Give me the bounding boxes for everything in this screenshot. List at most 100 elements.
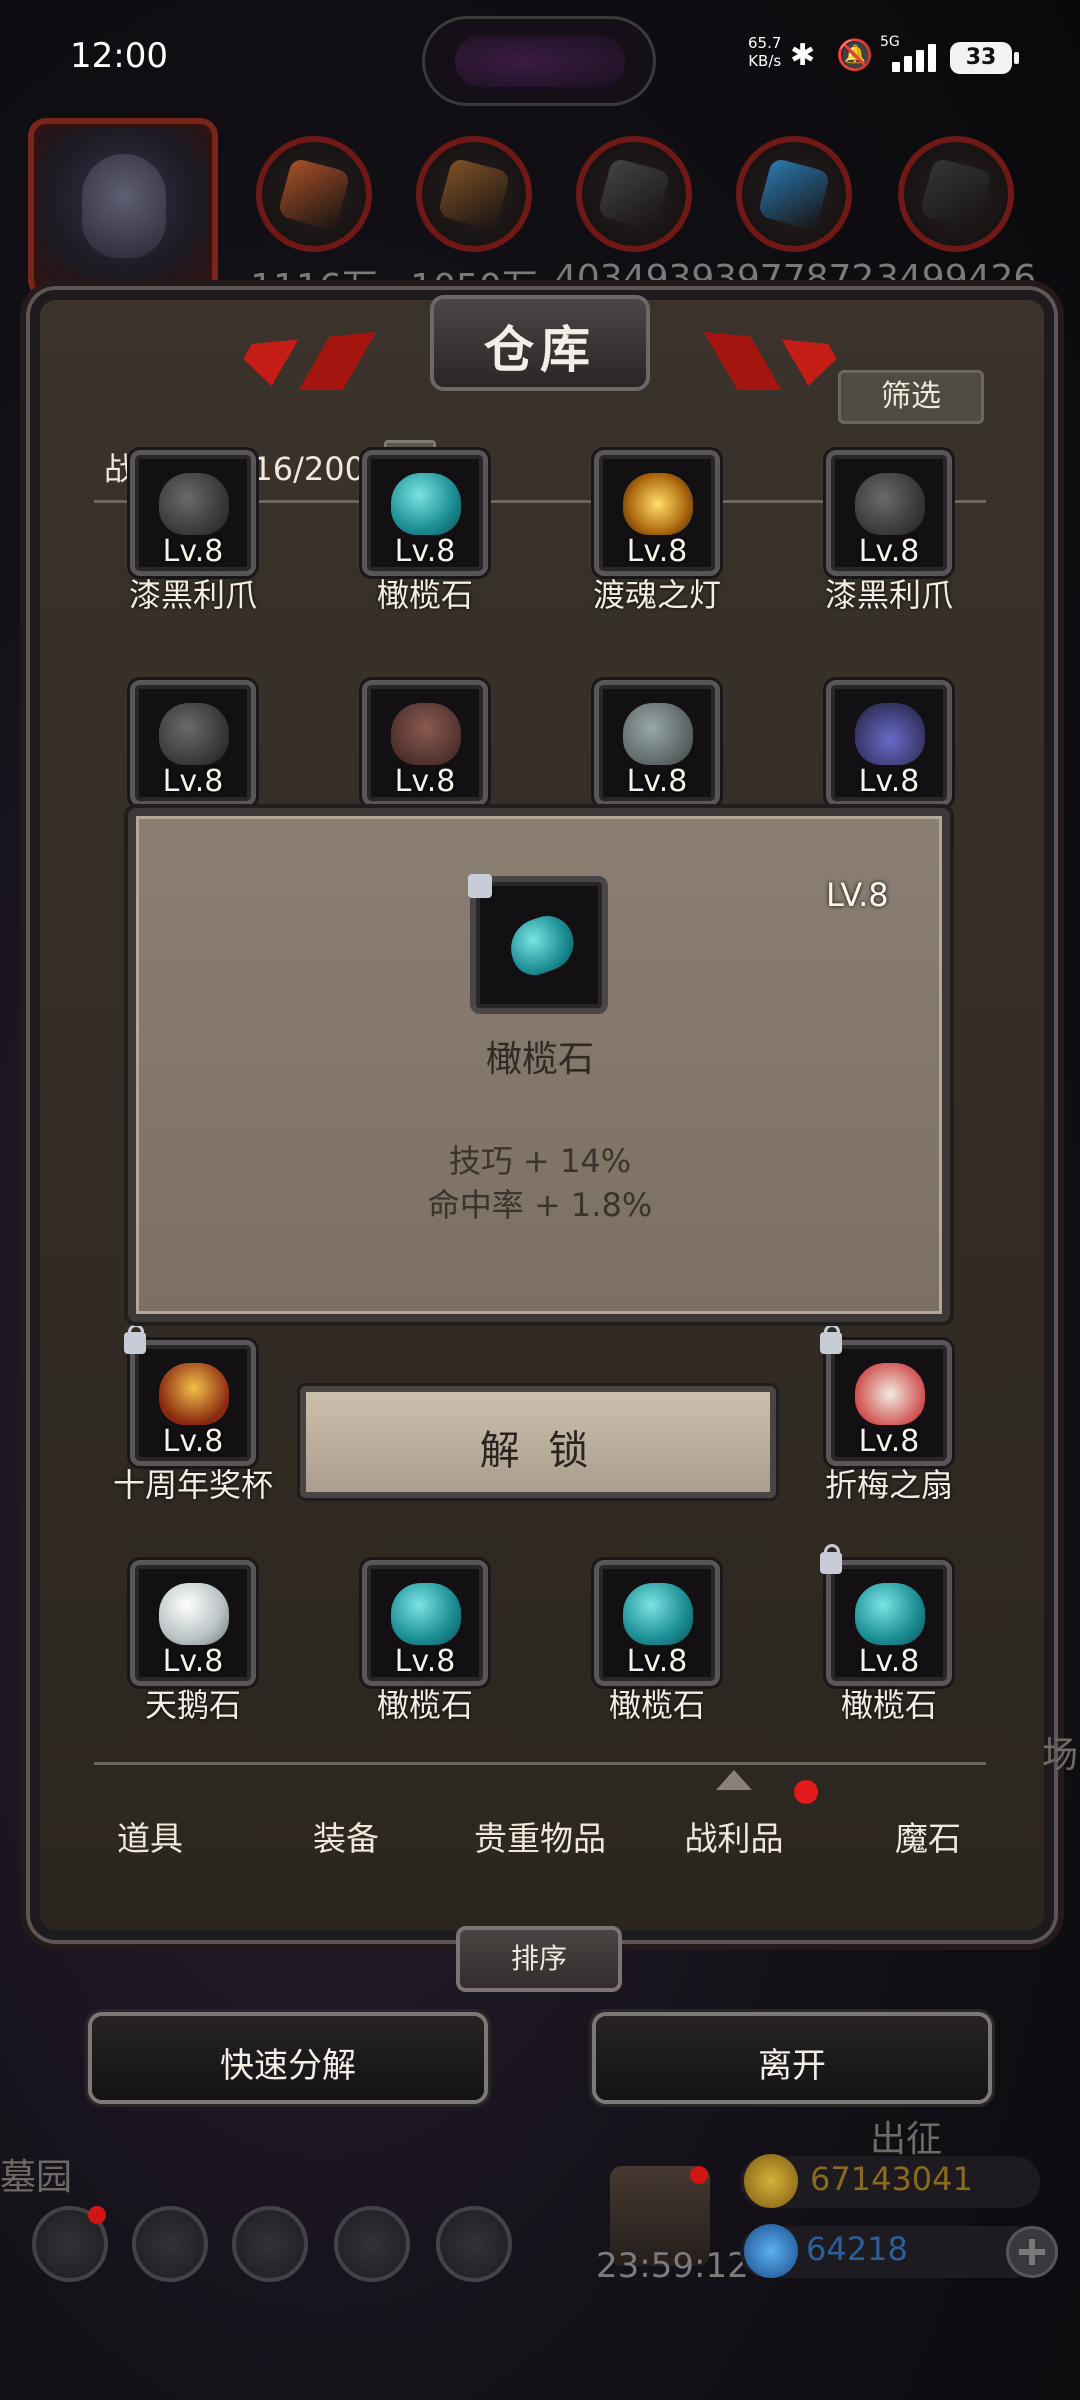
lock-icon: [820, 1544, 842, 1574]
tab-props[interactable]: 道具: [60, 1812, 240, 1860]
item-card[interactable]: Lv.8: [826, 680, 952, 806]
item-card[interactable]: Lv.8 十周年奖杯: [113, 1324, 273, 1504]
divider-bottom: [94, 1762, 986, 1765]
status-time: 12:00: [70, 36, 168, 76]
gem-amount: 64218: [806, 2230, 908, 2268]
mail-icon[interactable]: [334, 2206, 410, 2282]
add-currency-button[interactable]: [1006, 2226, 1058, 2278]
white-item-icon: [159, 1583, 229, 1645]
item-level: Lv.8: [162, 1424, 224, 1459]
lock-icon[interactable]: [468, 874, 492, 898]
star-icon[interactable]: [132, 2206, 208, 2282]
fan-item-icon: [855, 1363, 925, 1425]
item-name: 十周年奖杯: [112, 1466, 273, 1504]
item-level: Lv.8: [162, 534, 224, 569]
tooltip-item-name: 橄榄石: [485, 1039, 594, 1080]
resource-material-icon: [437, 157, 511, 231]
resource-icon[interactable]: [898, 136, 1014, 252]
item-level: Lv.8: [394, 1644, 456, 1679]
gold-amount: 67143041: [810, 2160, 973, 2198]
item-level: Lv.8: [626, 1644, 688, 1679]
guild-icon[interactable]: [232, 2206, 308, 2282]
filter-button[interactable]: 筛选: [838, 370, 984, 424]
item-level: Lv.8: [626, 764, 688, 799]
item-name: 漆黑利爪: [128, 576, 257, 614]
item-card[interactable]: Lv.8 漆黑利爪: [825, 450, 953, 614]
lamp-item-icon: [623, 473, 693, 535]
gold-coin-icon: [744, 2154, 798, 2208]
teal-item-icon: [623, 1583, 693, 1645]
item-card[interactable]: Lv.8 折梅之扇: [820, 1324, 953, 1504]
resource-icon[interactable]: [736, 136, 852, 252]
tooltip-level: LV.8: [826, 876, 889, 914]
item-name: 天鹅石: [144, 1686, 241, 1724]
graveyard-label: 墓园: [0, 2157, 73, 2198]
teal-item-icon: [391, 473, 461, 535]
gift-timer: 23:59:12: [596, 2246, 749, 2286]
tab-equipment[interactable]: 装备: [256, 1812, 436, 1860]
item-name: 渡魂之灯: [592, 576, 721, 614]
claw-item-icon: [159, 703, 229, 765]
side-label: 场: [1042, 1735, 1079, 1776]
tab-magic-stones[interactable]: 魔石: [838, 1812, 1018, 1860]
signal-icon: [886, 40, 938, 72]
unlock-button[interactable]: 解 锁: [300, 1386, 776, 1498]
battery-icon: 33: [950, 42, 1019, 74]
resource-material-icon: [919, 157, 993, 231]
claw-item-icon: [159, 473, 229, 535]
item-level: Lv.8: [162, 764, 224, 799]
shop-icon[interactable]: [436, 2206, 512, 2282]
item-name: 橄榄石: [840, 1686, 937, 1724]
item-name: 橄榄石: [608, 1686, 705, 1724]
olivine-gem-icon: [502, 908, 582, 982]
resource-icon[interactable]: [256, 136, 372, 252]
item-card[interactable]: Lv.8 天鹅石: [130, 1560, 256, 1724]
leave-button[interactable]: 离开: [592, 2012, 992, 2104]
status-bar: 12:00 65.7 KB/s ✱ 🔕 5G 33: [0, 0, 1080, 110]
item-card[interactable]: Lv.8 橄榄石: [594, 1560, 720, 1724]
resource-material-icon: [277, 157, 351, 231]
item-card[interactable]: Lv.8 渡魂之灯: [593, 450, 721, 614]
gem-icon: [744, 2224, 798, 2278]
item-level: Lv.8: [858, 1644, 920, 1679]
gift-notification-dot: [690, 2166, 708, 2184]
lock-icon: [820, 1324, 842, 1354]
item-name: 橄榄石: [376, 576, 473, 614]
tab-valuables[interactable]: 贵重物品: [450, 1812, 630, 1860]
sortie-label: 出征: [870, 2119, 943, 2160]
trophy-item-icon: [159, 1363, 229, 1425]
item-level: Lv.8: [394, 534, 456, 569]
tooltip-stat-1: 技巧 + 14%: [448, 1142, 632, 1180]
item-card[interactable]: Lv.8: [130, 680, 256, 806]
item-level: Lv.8: [394, 764, 456, 799]
bluetooth-icon: ✱: [790, 38, 816, 73]
teal-item-icon: [855, 1583, 925, 1645]
claw-item-icon: [855, 473, 925, 535]
teal-item-icon: [391, 1583, 461, 1645]
mute-bell-icon: 🔕: [836, 38, 874, 73]
scale-item-icon: [391, 703, 461, 765]
hero-portrait[interactable]: [28, 118, 218, 298]
item-card[interactable]: Lv.8 漆黑利爪: [129, 450, 257, 614]
item-card[interactable]: Lv.8: [594, 680, 720, 806]
item-name: 折梅之扇: [824, 1466, 953, 1504]
item-name: 漆黑利爪: [824, 576, 953, 614]
item-card[interactable]: Lv.8: [362, 680, 488, 806]
resource-material-icon: [597, 157, 671, 231]
item-name: 橄榄石: [376, 1686, 473, 1724]
resource-material-icon: [757, 157, 831, 231]
notification-dot: [794, 1780, 818, 1804]
tab-loot[interactable]: 战利品: [644, 1812, 824, 1860]
item-level: Lv.8: [858, 534, 920, 569]
settings-notification-dot: [88, 2206, 106, 2224]
quick-decompose-button[interactable]: 快速分解: [88, 2012, 488, 2104]
tooltip-stat-2: 命中率 + 1.8%: [427, 1186, 653, 1224]
item-card[interactable]: Lv.8 橄榄石: [362, 1560, 488, 1724]
resource-icon[interactable]: [576, 136, 692, 252]
necklace-item-icon: [855, 703, 925, 765]
item-card[interactable]: Lv.8 橄榄石: [362, 450, 488, 614]
sort-button[interactable]: 排序: [456, 1926, 622, 1992]
resource-icon[interactable]: [416, 136, 532, 252]
panel-title: 仓库: [484, 321, 596, 379]
item-card[interactable]: Lv.8 橄榄石: [820, 1544, 952, 1724]
